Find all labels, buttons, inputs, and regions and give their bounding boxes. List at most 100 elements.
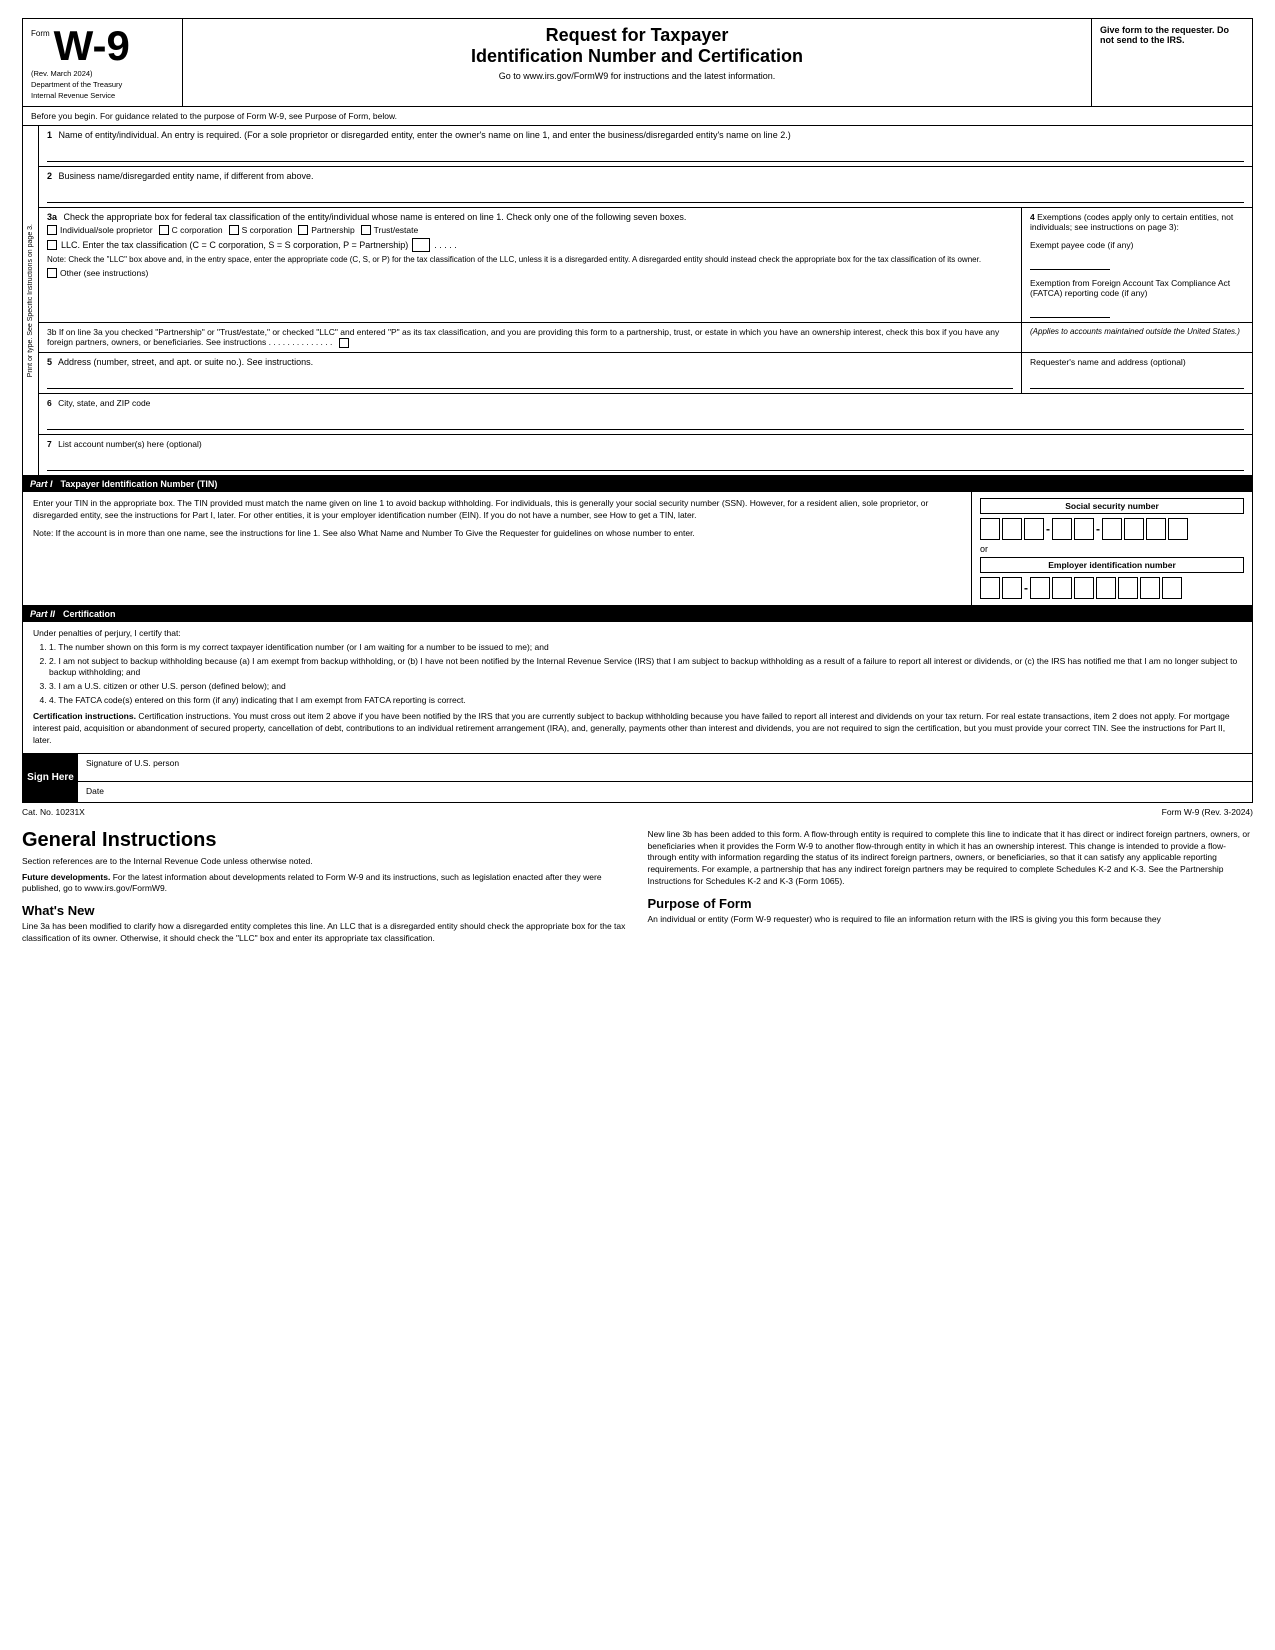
- ein-box-3[interactable]: [1030, 577, 1050, 599]
- row3b-combined: 3b If on line 3a you checked "Partnershi…: [39, 323, 1252, 353]
- line2-input[interactable]: [47, 185, 1244, 203]
- cb-other[interactable]: Other (see instructions): [47, 268, 1013, 278]
- ssn-box-9[interactable]: [1168, 518, 1188, 540]
- fatca-exemption: Exemption from Foreign Account Tax Compl…: [1030, 278, 1244, 318]
- cb-partnership[interactable]: Partnership: [298, 225, 354, 235]
- ssn-box-5[interactable]: [1074, 518, 1094, 540]
- ein-box-6[interactable]: [1096, 577, 1116, 599]
- cb-llc-box[interactable]: [47, 240, 57, 250]
- gi-future-dev: Future developments. For the latest info…: [22, 872, 628, 896]
- gi-right: New line 3b has been added to this form.…: [648, 829, 1254, 949]
- line1-desc: Name of entity/individual. An entry is r…: [59, 130, 791, 140]
- line7-number: 7: [47, 439, 52, 449]
- form-text: Form: [31, 29, 50, 38]
- line5-number: 5: [47, 357, 52, 367]
- exempt-payee-input[interactable]: [1030, 252, 1110, 270]
- ssn-box-7[interactable]: [1124, 518, 1144, 540]
- give-form-text: Give form to the requester. Do not send …: [1100, 25, 1229, 45]
- cb-partnership-box[interactable]: [298, 225, 308, 235]
- date-field[interactable]: Date: [78, 782, 1252, 802]
- form-header: Form W-9 (Rev. March 2024) Department of…: [22, 18, 1253, 107]
- line5-input[interactable]: [47, 371, 1013, 389]
- signature-field[interactable]: Signature of U.S. person: [78, 754, 1252, 782]
- header-center: Request for Taxpayer Identification Numb…: [183, 19, 1092, 106]
- ein-box-5[interactable]: [1074, 577, 1094, 599]
- ein-box-9[interactable]: [1162, 577, 1182, 599]
- fatca-input[interactable]: [1030, 300, 1110, 318]
- cb-other-label: Other (see instructions): [60, 268, 148, 278]
- ssn-box-8[interactable]: [1146, 518, 1166, 540]
- exempt-payee: Exempt payee code (if any): [1030, 240, 1244, 270]
- main-form: Print or type. See Specific Instructions…: [22, 126, 1253, 476]
- llc-note: Note: Check the "LLC" box above and, in …: [47, 255, 1013, 264]
- ein-box-1[interactable]: [980, 577, 1000, 599]
- tin-section: Enter your TIN in the appropriate box. T…: [22, 492, 1253, 606]
- cb-llc-label: LLC. Enter the tax classification (C = C…: [61, 240, 408, 250]
- purpose-title: Purpose of Form: [648, 896, 1254, 911]
- requester-section: Requester's name and address (optional): [1022, 353, 1252, 393]
- cert-instructions: Certification instructions. Certificatio…: [33, 711, 1242, 747]
- before-begin-text: Before you begin. For guidance related t…: [31, 111, 397, 121]
- form-footer: Cat. No. 10231X Form W-9 (Rev. 3-2024): [22, 803, 1253, 821]
- title-line1: Request for Taxpayer: [193, 25, 1081, 46]
- cb-individual-box[interactable]: [47, 225, 57, 235]
- cb-trust-box[interactable]: [361, 225, 371, 235]
- ein-box-4[interactable]: [1052, 577, 1072, 599]
- cb-other-box[interactable]: [47, 268, 57, 278]
- title-line2: Identification Number and Certification: [193, 46, 1081, 67]
- ssn-box-4[interactable]: [1052, 518, 1072, 540]
- cb-s-corp-box[interactable]: [229, 225, 239, 235]
- cb-c-corp[interactable]: C corporation: [159, 225, 223, 235]
- cb-trust[interactable]: Trust/estate: [361, 225, 419, 235]
- right-col-text: New line 3b has been added to this form.…: [648, 829, 1254, 888]
- cert-section: Under penalties of perjury, I certify th…: [22, 622, 1253, 754]
- row56-combined: 5 Address (number, street, and apt. or s…: [39, 353, 1252, 394]
- date-label: Date: [86, 786, 104, 796]
- sign-here-text: Sign Here: [27, 772, 74, 783]
- ein-boxes: -: [980, 577, 1244, 599]
- cb-s-corp[interactable]: S corporation: [229, 225, 293, 235]
- part1-label: Part I: [30, 479, 53, 489]
- purpose-text: An individual or entity (Form W-9 reques…: [648, 914, 1254, 926]
- future-dev-title: Future developments.: [22, 872, 110, 882]
- sign-fields: Signature of U.S. person Date: [78, 754, 1252, 802]
- before-begin: Before you begin. For guidance related t…: [22, 107, 1253, 126]
- ssn-box-3[interactable]: [1024, 518, 1044, 540]
- llc-entry-box[interactable]: [412, 238, 430, 252]
- row3b-right: (Applies to accounts maintained outside …: [1022, 323, 1252, 352]
- line7-input[interactable]: [47, 453, 1244, 471]
- cat-no: Cat. No. 10231X: [22, 807, 85, 817]
- row4-section: 4 Exemptions (codes apply only to certai…: [1022, 208, 1252, 322]
- line1-row: 1 Name of entity/individual. An entry is…: [39, 126, 1252, 167]
- line6-input[interactable]: [47, 412, 1244, 430]
- line1-input[interactable]: [47, 144, 1244, 162]
- signature-label: Signature of U.S. person: [86, 758, 179, 768]
- ssn-label: Social security number: [980, 498, 1244, 514]
- cert-list: 1. The number shown on this form is my c…: [49, 642, 1242, 706]
- sign-section: Sign Here Signature of U.S. person Date: [22, 754, 1253, 803]
- cb-individual[interactable]: Individual/sole proprietor: [47, 225, 153, 235]
- ssn-dash-1: -: [1046, 522, 1050, 536]
- requester-label: Requester's name and address (optional): [1030, 357, 1186, 367]
- gi-section-refs: Section references are to the Internal R…: [22, 856, 628, 868]
- requester-input[interactable]: [1030, 371, 1244, 389]
- cb-partnership-label: Partnership: [311, 225, 354, 235]
- line2-desc: Business name/disregarded entity name, i…: [59, 171, 314, 181]
- cb-3b-box[interactable]: [339, 338, 349, 348]
- part1-title: Taxpayer Identification Number (TIN): [61, 479, 218, 489]
- cb-c-corp-box[interactable]: [159, 225, 169, 235]
- whats-new-text: Line 3a has been modified to clarify how…: [22, 921, 628, 945]
- ssn-box-2[interactable]: [1002, 518, 1022, 540]
- cert-item-4: 4. The FATCA code(s) entered on this for…: [49, 695, 1242, 706]
- w9-title: W-9: [54, 25, 130, 67]
- cb-trust-label: Trust/estate: [374, 225, 419, 235]
- ein-box-7[interactable]: [1118, 577, 1138, 599]
- side-label: Print or type. See Specific Instructions…: [23, 126, 39, 475]
- ssn-box-1[interactable]: [980, 518, 1000, 540]
- row3a-section: 3a Check the appropriate box for federal…: [39, 208, 1022, 322]
- part2-title: Certification: [63, 609, 116, 619]
- main-content: 1 Name of entity/individual. An entry is…: [39, 126, 1252, 475]
- ein-box-2[interactable]: [1002, 577, 1022, 599]
- ssn-box-6[interactable]: [1102, 518, 1122, 540]
- ein-box-8[interactable]: [1140, 577, 1160, 599]
